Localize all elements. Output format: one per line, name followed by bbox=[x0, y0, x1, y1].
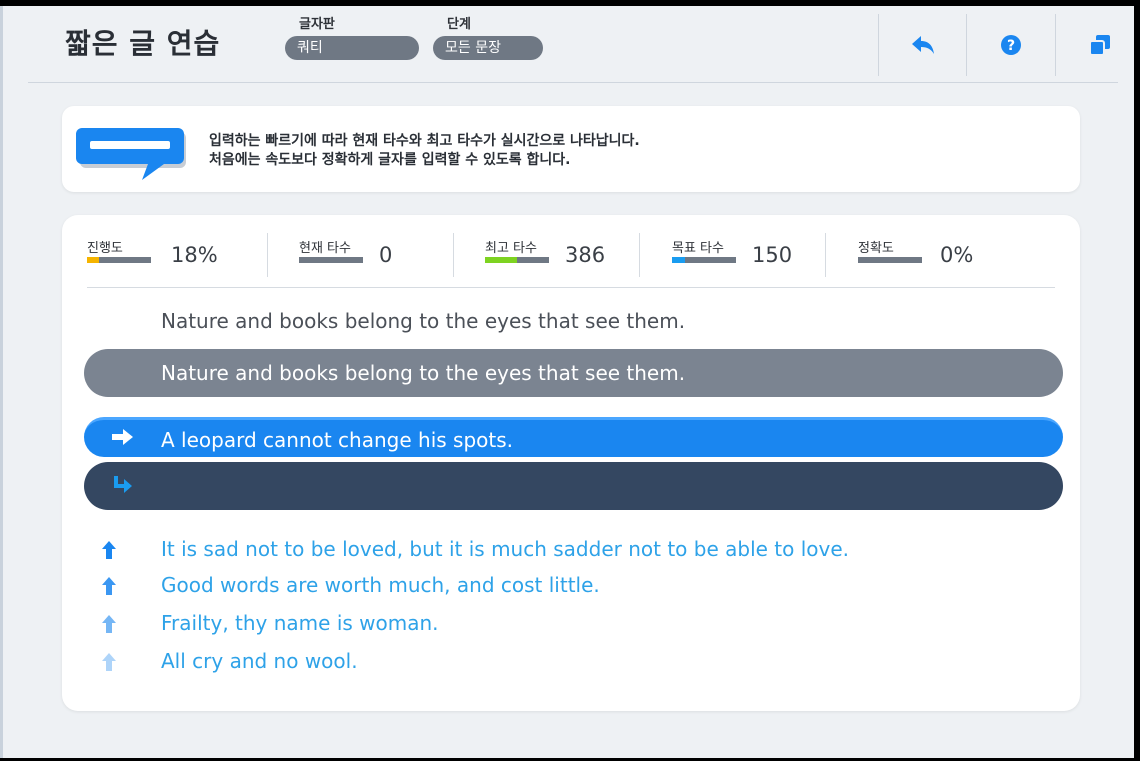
stat-best-speed: 최고 타수 386 bbox=[485, 235, 645, 277]
previous-typed-line: Nature and books belong to the eyes that… bbox=[84, 349, 1063, 397]
progress-fill bbox=[87, 257, 99, 263]
keyboard-selector[interactable]: 글자판 쿼티 bbox=[285, 16, 419, 60]
help-icon: ? bbox=[1001, 35, 1021, 55]
best-speed-value: 386 bbox=[565, 243, 606, 267]
up-arrow-icon bbox=[102, 541, 116, 559]
svg-text:?: ? bbox=[1007, 38, 1015, 54]
stat-target-speed: 목표 타수 150 bbox=[672, 235, 832, 277]
progress-value: 18% bbox=[171, 243, 218, 267]
up-arrow-icon bbox=[102, 653, 116, 671]
info-text: 입력하는 빠르기에 따라 현재 타수와 최고 타수가 실시간으로 나타납니다. … bbox=[209, 132, 640, 170]
back-arrow-icon bbox=[912, 36, 934, 54]
speech-bubble-icon bbox=[76, 128, 186, 180]
info-line-2: 처음에는 속도보다 정확하게 글자를 입력할 수 있도록 합니다. bbox=[209, 152, 571, 168]
stat-current-speed: 현재 타수 0 bbox=[299, 235, 459, 277]
best-speed-label: 최고 타수 bbox=[485, 241, 537, 256]
help-button[interactable]: ? bbox=[966, 14, 1055, 76]
progress-label: 진행도 bbox=[87, 241, 123, 256]
up-arrow-icon bbox=[102, 577, 116, 595]
target-speed-fill bbox=[672, 257, 685, 263]
stat-divider bbox=[825, 233, 826, 277]
accuracy-value: 0% bbox=[940, 243, 974, 267]
current-speed-bar bbox=[299, 257, 363, 263]
accuracy-label: 정확도 bbox=[858, 241, 894, 256]
stage-selector[interactable]: 단계 모든 문장 bbox=[433, 16, 543, 60]
info-card: 입력하는 빠르기에 따라 현재 타수와 최고 타수가 실시간으로 나타납니다. … bbox=[62, 106, 1080, 192]
current-sentence-line: A leopard cannot change his spots. bbox=[84, 417, 1063, 457]
stat-progress: 진행도 18% bbox=[87, 235, 267, 277]
typing-input[interactable] bbox=[84, 462, 1063, 510]
stage-label: 단계 bbox=[447, 17, 471, 32]
practice-card: 진행도 18% 현재 타수 0 최고 타수 386 목표 타수 150 정확도 … bbox=[62, 215, 1080, 711]
window-button[interactable] bbox=[1055, 14, 1140, 76]
upcoming-sentence: It is sad not to be loved, but it is muc… bbox=[161, 537, 850, 561]
current-speed-label: 현재 타수 bbox=[299, 241, 351, 256]
previous-sentence: Nature and books belong to the eyes that… bbox=[161, 309, 686, 333]
best-speed-bar bbox=[485, 257, 549, 263]
progress-bar bbox=[87, 257, 151, 263]
info-line-1: 입력하는 빠르기에 따라 현재 타수와 최고 타수가 실시간으로 나타납니다. bbox=[209, 133, 640, 149]
upcoming-sentence: All cry and no wool. bbox=[161, 649, 358, 673]
best-speed-fill bbox=[485, 257, 517, 263]
up-arrow-icon bbox=[102, 615, 116, 633]
target-speed-value: 150 bbox=[752, 243, 793, 267]
upcoming-sentence: Frailty, thy name is woman. bbox=[161, 611, 439, 635]
stat-divider bbox=[453, 233, 454, 277]
keyboard-label: 글자판 bbox=[299, 17, 335, 32]
header: 짧은 글 연습 글자판 쿼티 단계 모든 문장 ? bbox=[28, 6, 1118, 83]
stat-divider bbox=[639, 233, 640, 277]
app-window: 짧은 글 연습 글자판 쿼티 단계 모든 문장 ? 입력하는 빠르기에 따라 현… bbox=[0, 6, 1134, 758]
current-sentence: A leopard cannot change his spots. bbox=[161, 428, 513, 452]
window-icon bbox=[1089, 35, 1110, 56]
stat-divider bbox=[267, 233, 268, 277]
page-title: 짧은 글 연습 bbox=[65, 27, 221, 60]
target-speed-bar bbox=[672, 257, 736, 263]
keyboard-dropdown[interactable]: 쿼티 bbox=[285, 36, 419, 60]
stage-dropdown[interactable]: 모든 문장 bbox=[433, 36, 543, 60]
current-speed-value: 0 bbox=[379, 243, 393, 267]
back-button[interactable] bbox=[878, 14, 967, 76]
return-arrow-icon bbox=[114, 476, 132, 493]
right-arrow-icon bbox=[112, 429, 133, 445]
stats-bar: 진행도 18% 현재 타수 0 최고 타수 386 목표 타수 150 정확도 … bbox=[87, 229, 1055, 288]
stat-accuracy: 정확도 0% bbox=[858, 235, 1018, 277]
target-speed-label: 목표 타수 bbox=[672, 241, 724, 256]
accuracy-bar bbox=[858, 257, 922, 263]
upcoming-sentence: Good words are worth much, and cost litt… bbox=[161, 573, 600, 597]
